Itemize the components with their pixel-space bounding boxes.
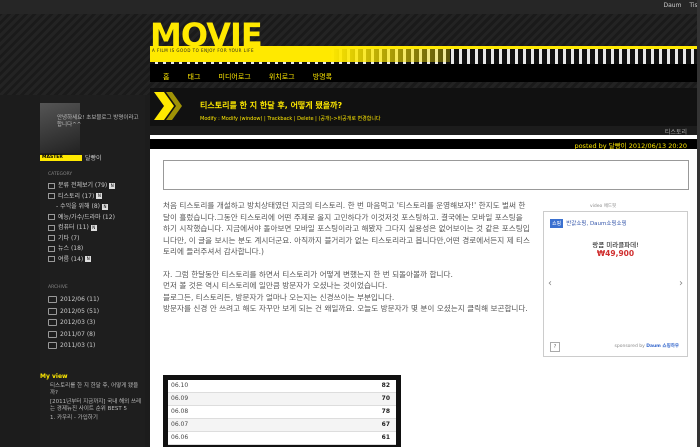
master-label: MASTER [40, 155, 82, 161]
profile-block: 안녕하세요! 초보블로그 방명이라고 합니다^^ MASTER 달빵이 [40, 103, 145, 163]
main-nav: 홈 태그 미디어로그 위치로그 방명록 [150, 64, 700, 82]
archive-block: ARCHIVE 2012/06 (11) 2012/05 (51) 2012/0… [48, 285, 153, 352]
myview-block: My view 티스토리를 한 지 한달 후, 어떻게 됐을까? [2011년부… [40, 373, 145, 422]
new-icon: N [96, 193, 103, 199]
folder-icon [48, 235, 55, 241]
ad-box[interactable]: 쇼핑 반값쇼핑, Daum쇼핑쇼핑 랑콤 미라클파데! ₩49,900 ‹ › ?… [543, 211, 688, 357]
ad-price: ₩49,900 [596, 249, 635, 258]
chevron-right-icon [154, 92, 182, 120]
myview-item[interactable]: [2011년부터 지금까지] 국내 해외 쓰레는 경제뉴진 사이트 순위 BES… [40, 399, 145, 413]
chevron-right-icon[interactable]: › [679, 278, 683, 289]
folder-icon [48, 330, 57, 338]
posted-bar: posted by 달빵이 2012/06/13 20:20 [150, 139, 700, 150]
category-item[interactable]: 기타 (7) [48, 234, 153, 245]
category-item[interactable]: 여름 (14) N [48, 255, 153, 266]
empty-box [163, 160, 689, 190]
folder-icon [48, 256, 55, 262]
table-row: 06.09 70 [168, 393, 396, 406]
archive-item[interactable]: 2011/07 (8) [48, 329, 153, 341]
post-title[interactable]: 티스토리를 한 지 한달 후, 어떻게 됐을까? [200, 100, 342, 111]
post-meta-links[interactable]: Modify : Modify (window) | Trackback | D… [200, 115, 381, 122]
visitor-table-image: 06.10 82 06.09 70 06.08 78 06.07 67 06.06 61 [163, 375, 401, 447]
visitor-table: 06.10 82 06.09 70 06.08 78 06.07 67 06.06 61 [168, 380, 396, 445]
post-paragraph: 먼저 볼 것은 역시 티스토리에 일만큼 방문자가 오셨나는 것이었습니다. [163, 281, 388, 290]
folder-icon [48, 342, 57, 349]
post-category[interactable]: 티스토리 [665, 127, 687, 136]
ad-product[interactable]: 랑콤 미라클파데! [544, 239, 687, 249]
category-title: CATEGORY [48, 172, 73, 177]
top-links: Daum Tist [657, 2, 700, 9]
category-block: CATEGORY 분류 전체보기 (79) N 티스토리 (17) N - 수익을 … [48, 172, 153, 265]
folder-icon [48, 214, 55, 220]
top-bar: Daum Tist [0, 0, 700, 14]
post-paragraph: 방문자를 신경 안 쓰려고 해도 자꾸만 보게 되는 건 왜일까요. 오늘도 방… [163, 304, 528, 313]
new-icon: N [85, 256, 92, 262]
new-icon: N [102, 203, 108, 210]
help-icon[interactable]: ? [550, 342, 560, 352]
nav-tag[interactable]: 태그 [188, 72, 201, 82]
folder-icon [48, 193, 55, 199]
folder-icon [48, 182, 55, 189]
profile-message: 안녕하세요! 초보블로그 방명이라고 합니다^^ [57, 115, 139, 128]
table-row: 06.07 67 [168, 419, 396, 432]
chevron-left-icon[interactable]: ‹ [548, 278, 552, 289]
nav-guestbook[interactable]: 방명록 [313, 72, 332, 82]
master-name[interactable]: 달빵이 [85, 153, 102, 162]
myview-title: My view [40, 373, 68, 380]
category-item[interactable]: - 수익을 위해 (8) N [48, 202, 153, 213]
ad-title[interactable]: 쇼핑 반값쇼핑, Daum쇼핑쇼핑 [550, 219, 627, 228]
archive-item[interactable]: 2012/06 (11) [48, 294, 153, 306]
archive-item[interactable]: 2011/03 (1) [48, 340, 153, 352]
archive-item[interactable]: 2012/03 (3) [48, 317, 153, 329]
myview-item[interactable]: 1. 카우리 - 가입하기 [40, 415, 145, 422]
folder-icon [48, 307, 57, 315]
table-row: 06.10 82 [168, 380, 396, 393]
table-row: 06.08 78 [168, 406, 396, 419]
nav-medialog[interactable]: 미디어로그 [219, 72, 251, 82]
archive-item[interactable]: 2012/05 (51) [48, 306, 153, 318]
new-icon: N [90, 224, 97, 231]
post-category-bar: 티스토리 [150, 126, 700, 136]
ad-label: video 애드핏 [590, 204, 617, 209]
archive-title: ARCHIVE [48, 285, 68, 290]
myview-item[interactable]: 티스토리를 한 지 한달 후, 어떻게 됐을까? [40, 383, 145, 397]
sidebar: 안녕하세요! 초보블로그 방명이라고 합니다^^ MASTER 달빵이 CATE… [40, 95, 145, 447]
folder-icon [48, 319, 57, 326]
post-paragraph: 자. 그럼 한달동안 티스토리를 하면서 티스토리가 어떻게 변했는지 한 번 … [163, 269, 453, 279]
top-link-daum[interactable]: Daum [663, 2, 681, 9]
folder-icon [48, 245, 55, 252]
folder-icon [48, 224, 55, 231]
category-item[interactable]: 컴퓨터 (11) N [48, 223, 153, 234]
category-item[interactable]: 분류 전체보기 (79) N [48, 181, 153, 192]
post-paragraph: 블로그든, 티스토리든, 방문자가 얼마나 오는지는 신경쓰이는 부분입니다. [163, 292, 395, 302]
category-item[interactable]: 예능/가수/드라마 (12) [48, 213, 153, 224]
post-body: 처음 티스토리를 개설하고 방치상태였던 지금의 티스토리. 한 번 마음먹고 … [163, 200, 531, 319]
table-row: 06.06 61 [168, 432, 396, 445]
site-tagline: A FILM IS GOOD TO ENJOY FOR YOUR LIFE [152, 48, 254, 53]
category-item[interactable]: 뉴스 (18) [48, 244, 153, 255]
nav-locationlog[interactable]: 위치로그 [269, 72, 295, 82]
nav-home[interactable]: 홈 [163, 72, 169, 82]
ad-tag: 쇼핑 [550, 219, 564, 228]
post-paragraph: 처음 티스토리를 개설하고 방치상태였던 지금의 티스토리. 한 번 마음먹고 … [163, 201, 530, 256]
folder-icon [48, 296, 57, 303]
posted-by: posted by 달빵이 2012/06/13 20:20 [574, 142, 687, 150]
ad-sponsor: sponsored by Daum 쇼핑하우 [614, 344, 679, 349]
category-item[interactable]: 티스토리 (17) N [48, 192, 153, 203]
new-icon: N [109, 182, 116, 189]
